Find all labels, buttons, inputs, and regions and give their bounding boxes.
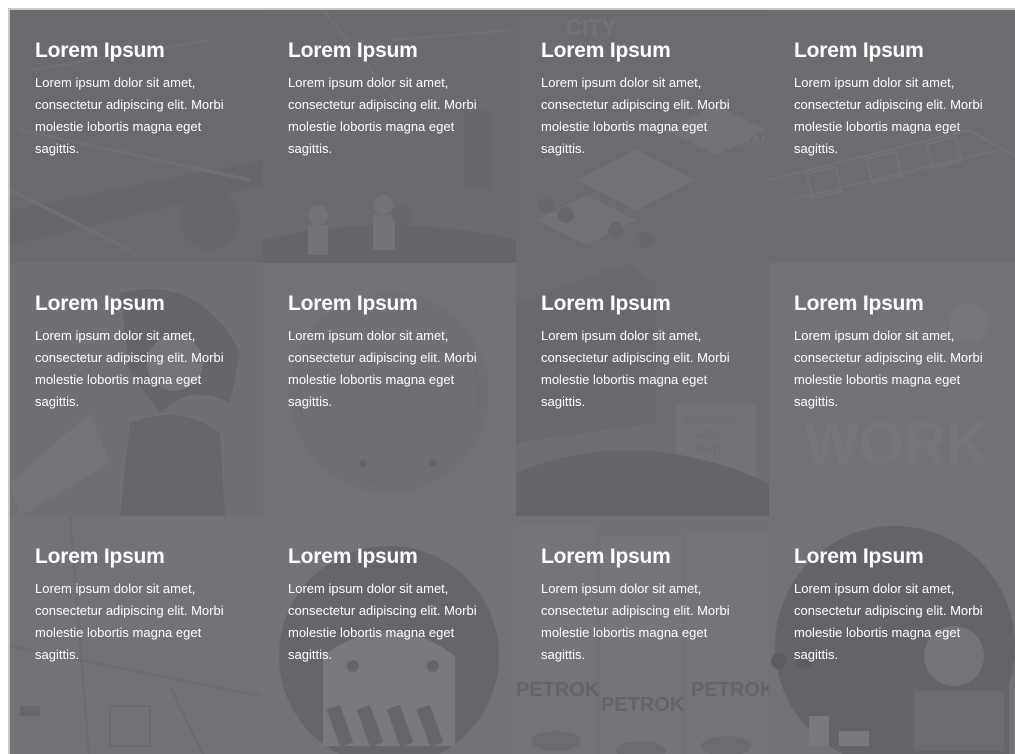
tile-caption: Lorem Ipsum Lorem ipsum dolor sit amet, … bbox=[35, 38, 245, 160]
tile-title: Lorem Ipsum bbox=[541, 39, 671, 62]
tile-description: Lorem ipsum dolor sit amet, consectetur … bbox=[794, 75, 983, 156]
tile-title: Lorem Ipsum bbox=[35, 292, 165, 315]
tile-description: Lorem ipsum dolor sit amet, consectetur … bbox=[541, 328, 730, 409]
tile-title: Lorem Ipsum bbox=[288, 39, 418, 62]
portfolio-tile-11[interactable]: PETROK PETROK PETROK Lorem Ipsum Lorem i… bbox=[516, 516, 769, 754]
tile-title: Lorem Ipsum bbox=[35, 39, 165, 62]
tile-description: Lorem ipsum dolor sit amet, consectetur … bbox=[35, 75, 224, 156]
tile-description: Lorem ipsum dolor sit amet, consectetur … bbox=[35, 581, 224, 662]
tile-title: Lorem Ipsum bbox=[794, 39, 924, 62]
tile-caption: Lorem Ipsum Lorem ipsum dolor sit amet, … bbox=[541, 38, 751, 160]
tile-description: Lorem ipsum dolor sit amet, consectetur … bbox=[794, 328, 983, 409]
tile-title: Lorem Ipsum bbox=[541, 292, 671, 315]
portfolio-tile-5[interactable]: Lorem Ipsum Lorem ipsum dolor sit amet, … bbox=[10, 263, 263, 516]
portfolio-tile-8[interactable]: WORK Lorem Ipsum Lorem ipsum dolor sit a… bbox=[769, 263, 1015, 516]
tile-description: Lorem ipsum dolor sit amet, consectetur … bbox=[288, 581, 477, 662]
tile-caption: Lorem Ipsum Lorem ipsum dolor sit amet, … bbox=[288, 291, 498, 413]
portfolio-tile-1[interactable]: Lorem Ipsum Lorem ipsum dolor sit amet, … bbox=[10, 10, 263, 263]
tile-caption: Lorem Ipsum Lorem ipsum dolor sit amet, … bbox=[288, 38, 498, 160]
tile-title: Lorem Ipsum bbox=[794, 545, 924, 568]
portfolio-tile-3[interactable]: CITY BRAND Lorem Ipsum Lorem ipsum dolor… bbox=[516, 10, 769, 263]
portfolio-frame: Lorem Ipsum Lorem ipsum dolor sit amet, … bbox=[8, 8, 1015, 754]
tile-caption: Lorem Ipsum Lorem ipsum dolor sit amet, … bbox=[794, 291, 1004, 413]
portfolio-tile-2[interactable]: Lorem Ipsum Lorem ipsum dolor sit amet, … bbox=[263, 10, 516, 263]
tile-description: Lorem ipsum dolor sit amet, consectetur … bbox=[541, 581, 730, 662]
tile-title: Lorem Ipsum bbox=[35, 545, 165, 568]
tile-caption: Lorem Ipsum Lorem ipsum dolor sit amet, … bbox=[35, 544, 245, 666]
tile-caption: Lorem Ipsum Lorem ipsum dolor sit amet, … bbox=[541, 291, 751, 413]
portfolio-tile-7[interactable]: MERDEKA ATAU MATI Lorem Ipsum Lorem ipsu… bbox=[516, 263, 769, 516]
tile-caption: Lorem Ipsum Lorem ipsum dolor sit amet, … bbox=[35, 291, 245, 413]
tile-description: Lorem ipsum dolor sit amet, consectetur … bbox=[288, 75, 477, 156]
tile-description: Lorem ipsum dolor sit amet, consectetur … bbox=[794, 581, 983, 662]
portfolio-grid: Lorem Ipsum Lorem ipsum dolor sit amet, … bbox=[10, 10, 1015, 754]
portfolio-tile-12[interactable]: Lorem Ipsum Lorem ipsum dolor sit amet, … bbox=[769, 516, 1015, 754]
tile-caption: Lorem Ipsum Lorem ipsum dolor sit amet, … bbox=[794, 544, 1004, 666]
portfolio-tile-6[interactable]: Lorem Ipsum Lorem ipsum dolor sit amet, … bbox=[263, 263, 516, 516]
tile-title: Lorem Ipsum bbox=[288, 545, 418, 568]
tile-description: Lorem ipsum dolor sit amet, consectetur … bbox=[541, 75, 730, 156]
portfolio-tile-9[interactable]: Lorem Ipsum Lorem ipsum dolor sit amet, … bbox=[10, 516, 263, 754]
tile-caption: Lorem Ipsum Lorem ipsum dolor sit amet, … bbox=[794, 38, 1004, 160]
tile-title: Lorem Ipsum bbox=[794, 292, 924, 315]
tile-description: Lorem ipsum dolor sit amet, consectetur … bbox=[288, 328, 477, 409]
tile-caption: Lorem Ipsum Lorem ipsum dolor sit amet, … bbox=[541, 544, 751, 666]
tile-title: Lorem Ipsum bbox=[288, 292, 418, 315]
portfolio-tile-10[interactable]: Lorem Ipsum Lorem ipsum dolor sit amet, … bbox=[263, 516, 516, 754]
portfolio-tile-4[interactable]: Lorem Ipsum Lorem ipsum dolor sit amet, … bbox=[769, 10, 1015, 263]
tile-description: Lorem ipsum dolor sit amet, consectetur … bbox=[35, 328, 224, 409]
tile-title: Lorem Ipsum bbox=[541, 545, 671, 568]
tile-caption: Lorem Ipsum Lorem ipsum dolor sit amet, … bbox=[288, 544, 498, 666]
